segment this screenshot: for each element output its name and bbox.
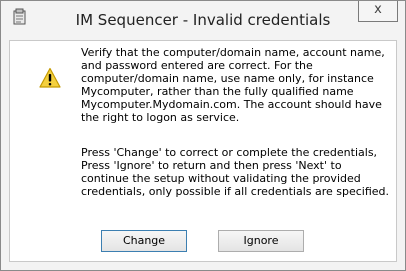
message-line: Press 'Ignore' to return and then press … — [81, 159, 342, 172]
change-button[interactable]: Change — [101, 230, 187, 252]
close-icon: x — [374, 2, 382, 17]
message-line: credentials, only possible if all creden… — [81, 185, 390, 198]
dialog-content: Verify that the computer/domain name, ac… — [9, 40, 397, 262]
message-line: Mycomputer, rather than the fully qualif… — [81, 85, 354, 98]
window-title: IM Sequencer - Invalid credentials — [75, 11, 331, 29]
title-bar[interactable]: IM Sequencer - Invalid credentials x — [1, 1, 405, 41]
dialog-window: IM Sequencer - Invalid credentials x Ver… — [0, 0, 406, 271]
message-paragraph-1: Verify that the computer/domain name, ac… — [81, 46, 391, 124]
message-line: Mycomputer.Mydomain.com. The account sho… — [81, 98, 382, 111]
message-line: continue the setup without validating th… — [81, 172, 361, 185]
close-button[interactable]: x — [358, 1, 398, 22]
message-line: and password entered are correct. For th… — [81, 59, 313, 72]
ignore-button[interactable]: Ignore — [218, 230, 304, 252]
message-paragraph-2: Press 'Change' to correct or complete th… — [81, 146, 391, 198]
message-line: Press 'Change' to correct or complete th… — [81, 146, 378, 159]
warning-icon — [39, 67, 61, 89]
message-line: computer/domain name, use name only, for… — [81, 72, 374, 85]
message-line: Verify that the computer/domain name, ac… — [81, 46, 385, 59]
message-line: the right to logon as service. — [81, 111, 240, 124]
